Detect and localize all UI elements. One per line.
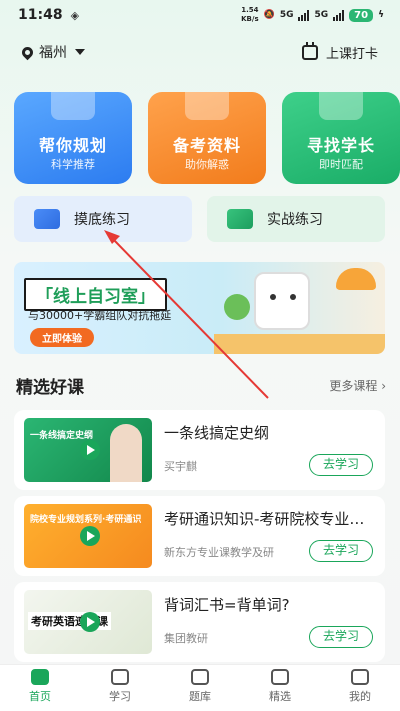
card-materials[interactable]: 备考资料 助你解惑 (148, 92, 266, 184)
card-plan-title: 帮你规划 (38, 136, 107, 155)
banner-cta-button[interactable]: 立即体验 (30, 328, 94, 347)
nav-featured-label: 精选 (269, 690, 291, 703)
practice-baseline-label: 摸底练习 (74, 212, 130, 228)
battery-level: 70 (349, 8, 374, 22)
promo-banner[interactable]: 「线上自习室」 与30000+学霸组队对抗拖延 立即体验 (14, 262, 385, 354)
folder-icon (185, 92, 229, 120)
checkbox-icon (271, 669, 289, 685)
calendar-icon (111, 669, 129, 685)
home-icon (31, 669, 49, 685)
course-teacher: 集团教研 (164, 632, 208, 645)
nav-question-bank-label: 题库 (189, 690, 211, 703)
study-button[interactable]: 去学习 (309, 626, 373, 648)
banner-subtitle: 与30000+学霸组队对抗拖延 (28, 309, 172, 322)
feature-cards: 帮你规划 科学推荐 备考资料 助你解惑 寻找学长 即时匹配 (14, 92, 400, 184)
score-icon (227, 209, 253, 229)
study-button[interactable]: 去学习 (309, 540, 373, 562)
building-icon (51, 92, 95, 120)
lamp-icon (336, 268, 376, 290)
document-icon (34, 209, 60, 229)
course-title: 一条线搞定史纲 (164, 424, 270, 442)
teacher-photo (110, 424, 142, 482)
course-thumbnail: 考研英语速抗课 (24, 590, 152, 654)
mute-icon: 🔕 (263, 10, 275, 20)
card-senior[interactable]: 寻找学长 即时匹配 (282, 92, 400, 184)
thumbnail-text: 一条线搞定史纲 (30, 431, 94, 441)
nav-featured[interactable]: 精选 (240, 665, 320, 711)
play-icon (80, 440, 100, 460)
course-teacher: 买宇麒 (164, 460, 197, 473)
city-label: 福州 (39, 45, 67, 61)
charging-icon: ϟ (378, 10, 384, 20)
user-icon (351, 669, 369, 685)
card-plan[interactable]: 帮你规划 科学推荐 (14, 92, 132, 184)
card-materials-subtitle: 助你解惑 (185, 158, 229, 171)
status-indicators: 1.54 KB/s 🔕 5G 5G 70 ϟ (241, 6, 384, 24)
calendar-icon (301, 41, 318, 60)
nav-profile-label: 我的 (349, 690, 371, 703)
course-card[interactable]: 考研英语速抗课 背词汇书=背单词? 集团教研 去学习 (14, 582, 385, 662)
card-plan-subtitle: 科学推荐 (51, 158, 95, 171)
practice-real-label: 实战练习 (267, 212, 323, 228)
section-title: 精选好课 (16, 378, 84, 398)
bottom-nav: 首页 学习 题库 精选 我的 (0, 664, 400, 711)
course-teacher: 新东方专业课教学及研 (164, 546, 274, 559)
nav-study-label: 学习 (109, 690, 131, 703)
location-pin-icon (19, 44, 36, 60)
nav-question-bank[interactable]: 题库 (160, 665, 240, 711)
nav-study[interactable]: 学习 (80, 665, 160, 711)
course-title: 背词汇书=背单词? (164, 596, 290, 614)
course-thumbnail: 一条线搞定史纲 (24, 418, 152, 482)
checkin-label: 上课打卡 (325, 46, 378, 62)
city-selector[interactable]: 福州 (19, 42, 85, 62)
checkin-button[interactable]: 上课打卡 (301, 41, 378, 62)
net1-label: 5G (279, 10, 294, 20)
plant-icon (224, 294, 250, 320)
signal-icon-2 (333, 9, 345, 21)
card-senior-title: 寻找学长 (306, 136, 375, 155)
nav-profile[interactable]: 我的 (320, 665, 400, 711)
net2-label: 5G (314, 10, 329, 20)
home-screen: 11:48 ◈ 1.54 KB/s 🔕 5G 5G 70 ϟ 福州 上课打卡 帮… (0, 0, 400, 711)
chat-icon (319, 92, 363, 120)
network-speed-value: 1.54 (241, 6, 259, 14)
card-materials-title: 备考资料 (172, 136, 241, 155)
book-icon (191, 669, 209, 685)
vibrate-icon: ◈ (70, 8, 80, 22)
nav-home[interactable]: 首页 (0, 665, 80, 711)
course-card[interactable]: 院校专业规划系列·考研通识 考研通识知识-考研院校专业选择 新东方专业课教学及研… (14, 496, 385, 576)
thumbnail-text: 院校专业规划系列·考研通识 (30, 515, 142, 525)
nav-home-label: 首页 (29, 690, 51, 703)
banner-desk (214, 334, 385, 354)
caret-down-icon (75, 49, 85, 55)
course-thumbnail: 院校专业规划系列·考研通识 (24, 504, 152, 568)
practice-baseline-button[interactable]: 摸底练习 (14, 196, 192, 242)
play-icon (80, 526, 100, 546)
network-speed: 1.54 KB/s (241, 6, 258, 24)
status-time: 11:48 (18, 7, 63, 23)
top-bar: 福州 上课打卡 (0, 40, 400, 64)
study-button[interactable]: 去学习 (309, 454, 373, 476)
play-icon (80, 612, 100, 632)
more-courses-link[interactable]: 更多课程 › (329, 377, 386, 394)
signal-icon (298, 9, 310, 21)
practice-real-button[interactable]: 实战练习 (207, 196, 385, 242)
course-card[interactable]: 一条线搞定史纲 一条线搞定史纲 买宇麒 去学习 (14, 410, 385, 490)
mascot-image (254, 272, 310, 330)
network-speed-unit: KB/s (241, 15, 259, 23)
course-title: 考研通识知识-考研院校专业选择 (164, 510, 374, 528)
status-bar: 11:48 ◈ 1.54 KB/s 🔕 5G 5G 70 ϟ (0, 0, 400, 30)
card-senior-subtitle: 即时匹配 (319, 158, 363, 171)
